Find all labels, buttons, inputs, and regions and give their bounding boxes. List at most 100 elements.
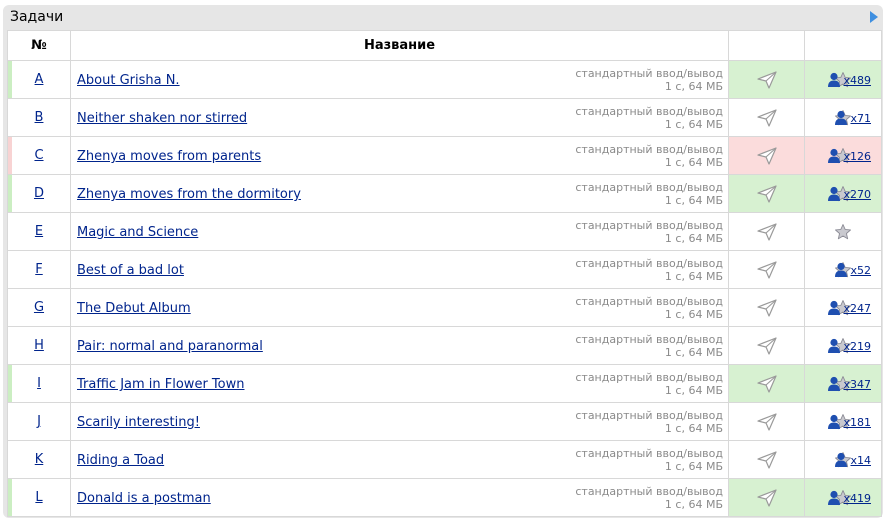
problem-title-link[interactable]: Traffic Jam in Flower Town bbox=[77, 377, 244, 392]
paper-plane-icon[interactable] bbox=[756, 222, 778, 242]
submit-cell bbox=[728, 212, 805, 251]
problem-title-cell: Traffic Jam in Flower Town стандартный в… bbox=[70, 364, 729, 403]
problem-limits: стандартный ввод/вывод 1 с, 64 МБ bbox=[575, 181, 723, 207]
problem-letter-link[interactable]: I bbox=[37, 376, 41, 391]
problem-letter-link[interactable]: B bbox=[35, 110, 44, 125]
problem-limits: стандартный ввод/вывод 1 с, 64 МБ bbox=[575, 371, 723, 397]
paper-plane-icon[interactable] bbox=[756, 450, 778, 470]
problem-row: D Zhenya moves from the dormitory станда… bbox=[7, 174, 882, 213]
problem-title-link[interactable]: Scarily interesting! bbox=[77, 415, 200, 430]
problem-limits: стандартный ввод/вывод 1 с, 64 МБ bbox=[575, 295, 723, 321]
paper-plane-icon[interactable] bbox=[756, 184, 778, 204]
problem-letter-cell: C bbox=[7, 136, 71, 175]
problem-io-mode: стандартный ввод/вывод bbox=[575, 333, 723, 346]
problem-time-memory: 1 с, 64 МБ bbox=[664, 270, 723, 283]
problem-limits: стандартный ввод/вывод 1 с, 64 МБ bbox=[575, 143, 723, 169]
problem-row: L Donald is a postman стандартный ввод/в… bbox=[7, 478, 882, 517]
problem-io-mode: стандартный ввод/вывод bbox=[575, 257, 723, 270]
problem-io-mode: стандартный ввод/вывод bbox=[575, 485, 723, 498]
solved-wrap: x14 bbox=[834, 452, 871, 468]
solved-count-link[interactable]: x181 bbox=[843, 416, 871, 429]
problem-io-mode: стандартный ввод/вывод bbox=[575, 295, 723, 308]
problem-title-link[interactable]: The Debut Album bbox=[77, 301, 191, 316]
problem-title-link[interactable]: Zhenya moves from parents bbox=[77, 149, 261, 164]
problem-title-link[interactable]: Magic and Science bbox=[77, 225, 198, 240]
problem-letter-link[interactable]: A bbox=[35, 72, 44, 87]
solved-count-link[interactable]: x489 bbox=[843, 74, 871, 87]
problem-time-memory: 1 с, 64 МБ bbox=[664, 384, 723, 397]
solved-wrap: x270 bbox=[827, 186, 871, 202]
problem-title-link[interactable]: Zhenya moves from the dormitory bbox=[77, 187, 301, 202]
problem-row: A About Grisha N. стандартный ввод/вывод… bbox=[7, 60, 882, 99]
paper-plane-icon[interactable] bbox=[756, 70, 778, 90]
problem-limits: стандартный ввод/вывод 1 с, 64 МБ bbox=[575, 105, 723, 131]
problem-limits: стандартный ввод/вывод 1 с, 64 МБ bbox=[575, 219, 723, 245]
submit-cell bbox=[728, 478, 805, 517]
paper-plane-icon[interactable] bbox=[756, 488, 778, 508]
problem-io-mode: стандартный ввод/вывод bbox=[575, 371, 723, 384]
problem-time-memory: 1 с, 64 МБ bbox=[664, 232, 723, 245]
problem-title-cell: Zhenya moves from parents стандартный вв… bbox=[70, 136, 729, 175]
header-name: Название bbox=[70, 30, 729, 61]
paper-plane-icon[interactable] bbox=[756, 336, 778, 356]
star-icon[interactable] bbox=[834, 223, 852, 241]
problem-letter-link[interactable]: K bbox=[35, 452, 44, 467]
solved-count-link[interactable]: x71 bbox=[850, 112, 871, 125]
problem-title-link[interactable]: Neither shaken nor stirred bbox=[77, 111, 247, 126]
problem-letter-link[interactable]: L bbox=[35, 490, 42, 505]
problem-letter-cell: F bbox=[7, 250, 71, 289]
problem-title-link[interactable]: Donald is a postman bbox=[77, 491, 211, 506]
problem-title-cell: Best of a bad lot стандартный ввод/вывод… bbox=[70, 250, 729, 289]
problem-title-link[interactable]: Best of a bad lot bbox=[77, 263, 184, 278]
user-icon bbox=[834, 262, 848, 278]
problem-title-cell: About Grisha N. стандартный ввод/вывод 1… bbox=[70, 60, 729, 99]
problem-title-cell: Riding a Toad стандартный ввод/вывод 1 с… bbox=[70, 440, 729, 479]
problems-table: № Название A About Grisha N. стандартный… bbox=[7, 30, 882, 517]
problem-limits: стандартный ввод/вывод 1 с, 64 МБ bbox=[575, 409, 723, 435]
problem-letter-link[interactable]: E bbox=[35, 224, 43, 239]
solved-count-link[interactable]: x347 bbox=[843, 378, 871, 391]
triangle-right-icon[interactable] bbox=[870, 11, 878, 23]
problem-letter-link[interactable]: J bbox=[37, 414, 41, 429]
problem-letter-link[interactable]: G bbox=[34, 300, 44, 315]
solved-wrap: x126 bbox=[827, 148, 871, 164]
problem-letter-cell: I bbox=[7, 364, 71, 403]
user-icon bbox=[827, 338, 841, 354]
problem-row: I Traffic Jam in Flower Town стандартный… bbox=[7, 364, 882, 403]
user-icon bbox=[827, 300, 841, 316]
problem-letter-link[interactable]: H bbox=[34, 338, 44, 353]
paper-plane-icon[interactable] bbox=[756, 298, 778, 318]
solved-count-link[interactable]: x14 bbox=[850, 454, 871, 467]
problem-letter-link[interactable]: C bbox=[34, 148, 43, 163]
solved-wrap: x347 bbox=[827, 376, 871, 392]
paper-plane-icon[interactable] bbox=[756, 260, 778, 280]
submit-cell bbox=[728, 326, 805, 365]
solved-count-link[interactable]: x126 bbox=[843, 150, 871, 163]
user-icon bbox=[827, 376, 841, 392]
problem-letter-link[interactable]: D bbox=[34, 186, 44, 201]
problem-letter-cell: K bbox=[7, 440, 71, 479]
solved-count-link[interactable]: x247 bbox=[843, 302, 871, 315]
problem-time-memory: 1 с, 64 МБ bbox=[664, 422, 723, 435]
paper-plane-icon[interactable] bbox=[756, 412, 778, 432]
solved-count-link[interactable]: x52 bbox=[850, 264, 871, 277]
solved-count-link[interactable]: x419 bbox=[843, 492, 871, 505]
solved-count-link[interactable]: x219 bbox=[843, 340, 871, 353]
problem-time-memory: 1 с, 64 МБ bbox=[664, 118, 723, 131]
problem-letter-link[interactable]: F bbox=[35, 262, 42, 277]
problem-row: B Neither shaken nor stirred стандартный… bbox=[7, 98, 882, 137]
problem-title-link[interactable]: About Grisha N. bbox=[77, 73, 180, 88]
problem-title-link[interactable]: Riding a Toad bbox=[77, 453, 164, 468]
problem-row: G The Debut Album стандартный ввод/вывод… bbox=[7, 288, 882, 327]
favorite-cell bbox=[804, 212, 882, 251]
paper-plane-icon[interactable] bbox=[756, 146, 778, 166]
paper-plane-icon[interactable] bbox=[756, 108, 778, 128]
submit-cell bbox=[728, 250, 805, 289]
paper-plane-icon[interactable] bbox=[756, 374, 778, 394]
submit-cell bbox=[728, 60, 805, 99]
problem-letter-cell: H bbox=[7, 326, 71, 365]
problem-row: J Scarily interesting! стандартный ввод/… bbox=[7, 402, 882, 441]
solved-count-link[interactable]: x270 bbox=[843, 188, 871, 201]
problem-io-mode: стандартный ввод/вывод bbox=[575, 409, 723, 422]
problem-title-link[interactable]: Pair: normal and paranormal bbox=[77, 339, 263, 354]
